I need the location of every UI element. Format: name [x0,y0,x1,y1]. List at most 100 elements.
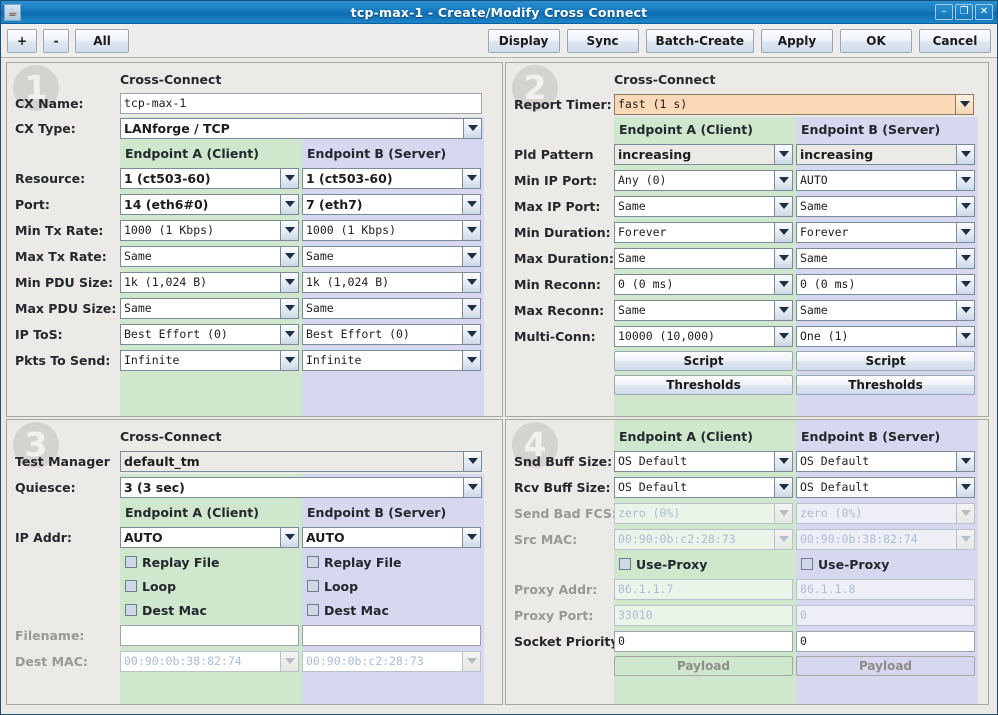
min-pdu-size-combo-b[interactable]: 1k (1,024 B) [302,271,481,293]
chevron-down-icon[interactable] [463,117,482,139]
checkbox-icon[interactable] [619,558,631,570]
thresholds-button-a[interactable]: Thresholds [614,375,793,395]
chevron-down-icon[interactable] [280,219,299,241]
loop-checkbox-a[interactable]: Loop [120,575,302,597]
chevron-down-icon[interactable] [956,450,975,472]
min-tx-rate-value-b[interactable]: 1000 (1 Kbps) [302,219,462,241]
chevron-down-icon[interactable] [956,325,975,347]
socket-priority-input-a[interactable]: 0 [614,630,793,652]
filename-input-b[interactable] [302,624,481,646]
min-reconn-combo-b[interactable]: 0 (0 ms) [796,273,975,295]
ip-tos-combo-a[interactable]: Best Effort (0) [120,323,299,345]
pld-pattern-combo-b[interactable]: increasing [796,143,975,165]
chevron-down-icon[interactable] [462,526,481,548]
replay-file-checkbox-b[interactable]: Replay File [302,551,484,573]
dest-mac-checkbox-b[interactable]: Dest Mac [302,599,484,621]
chevron-down-icon[interactable] [774,143,793,165]
chevron-down-icon[interactable] [462,245,481,267]
checkbox-icon[interactable] [801,558,813,570]
chevron-down-icon[interactable] [774,169,793,191]
min-tx-rate-value-a[interactable]: 1000 (1 Kbps) [120,219,280,241]
close-icon[interactable]: ✕ [975,4,993,20]
chevron-down-icon[interactable] [280,193,299,215]
max-tx-rate-combo-b[interactable]: Same [302,245,481,267]
chevron-down-icon[interactable] [774,247,793,269]
script-button-a[interactable]: Script [614,351,793,371]
ip-addr-combo-a[interactable]: AUTO [120,526,299,548]
chevron-down-icon[interactable] [774,476,793,498]
test-manager-combo[interactable]: default_tm [120,450,482,472]
pld-pattern-combo-a[interactable]: increasing [614,143,793,165]
port-combo-a[interactable]: 14 (eth6#0) [120,193,299,215]
chevron-down-icon[interactable] [956,273,975,295]
chevron-down-icon[interactable] [774,273,793,295]
ip-addr-combo-b[interactable]: AUTO [302,526,481,548]
pkts-to-send-value-a[interactable]: Infinite [120,349,280,371]
chevron-down-icon[interactable] [280,297,299,319]
rcv-buff-size-combo-a[interactable]: OS Default [614,476,793,498]
max-pdu-size-combo-a[interactable]: Same [120,297,299,319]
dest-mac-checkbox-a[interactable]: Dest Mac [120,599,302,621]
max-pdu-size-value-b[interactable]: Same [302,297,462,319]
cx-type-combo[interactable]: LANforge / TCP [120,117,482,139]
ip-addr-value-a[interactable]: AUTO [120,526,280,548]
min-tx-rate-combo-a[interactable]: 1000 (1 Kbps) [120,219,299,241]
chevron-down-icon[interactable] [280,526,299,548]
chevron-down-icon[interactable] [280,167,299,189]
chevron-down-icon[interactable] [956,476,975,498]
chevron-down-icon[interactable] [774,195,793,217]
max-ip-port-value-a[interactable]: Same [614,195,774,217]
pkts-to-send-combo-a[interactable]: Infinite [120,349,299,371]
cancel-button[interactable]: Cancel [919,28,991,53]
max-tx-rate-value-b[interactable]: Same [302,245,462,267]
chevron-down-icon[interactable] [774,325,793,347]
use-proxy-checkbox-b[interactable]: Use-Proxy [796,553,978,575]
script-button-b[interactable]: Script [796,351,975,371]
max-reconn-value-a[interactable]: Same [614,299,774,321]
chevron-down-icon[interactable] [280,245,299,267]
batch-create-button[interactable]: Batch-Create [645,28,754,53]
min-reconn-value-b[interactable]: 0 (0 ms) [796,273,956,295]
ip-tos-value-b[interactable]: Best Effort (0) [302,323,462,345]
use-proxy-checkbox-a[interactable]: Use-Proxy [614,553,796,575]
checkbox-icon[interactable] [125,604,137,616]
checkbox-icon[interactable] [307,604,319,616]
minimize-icon[interactable]: – [935,4,953,20]
resource-combo-a[interactable]: 1 (ct503-60) [120,167,299,189]
chevron-down-icon[interactable] [462,193,481,215]
replay-file-checkbox-a[interactable]: Replay File [120,551,302,573]
thresholds-button-b[interactable]: Thresholds [796,375,975,395]
report-timer-value[interactable]: fast (1 s) [614,93,955,115]
pkts-to-send-combo-b[interactable]: Infinite [302,349,481,371]
add-button[interactable]: + [7,28,38,53]
checkbox-icon[interactable] [307,580,319,592]
chevron-down-icon[interactable] [280,271,299,293]
snd-buff-size-combo-b[interactable]: OS Default [796,450,975,472]
chevron-down-icon[interactable] [956,247,975,269]
multi-conn-combo-a[interactable]: 10000 (10,000) [614,325,793,347]
chevron-down-icon[interactable] [280,323,299,345]
all-button[interactable]: All [75,28,130,53]
quiesce-combo[interactable]: 3 (3 sec) [120,476,482,498]
remove-button[interactable]: - [43,28,70,53]
chevron-down-icon[interactable] [462,271,481,293]
chevron-down-icon[interactable] [955,93,974,115]
display-button[interactable]: Display [487,28,560,53]
report-timer-combo[interactable]: fast (1 s) [614,93,974,115]
ip-tos-combo-b[interactable]: Best Effort (0) [302,323,481,345]
max-ip-port-combo-a[interactable]: Same [614,195,793,217]
max-ip-port-value-b[interactable]: Same [796,195,956,217]
multi-conn-value-a[interactable]: 10000 (10,000) [614,325,774,347]
min-ip-port-combo-a[interactable]: Any (0) [614,169,793,191]
min-ip-port-combo-b[interactable]: AUTO [796,169,975,191]
min-ip-port-value-a[interactable]: Any (0) [614,169,774,191]
min-reconn-value-a[interactable]: 0 (0 ms) [614,273,774,295]
rcv-buff-size-value-a[interactable]: OS Default [614,476,774,498]
socket-priority-input-b[interactable]: 0 [796,630,975,652]
chevron-down-icon[interactable] [463,450,482,472]
checkbox-icon[interactable] [125,556,137,568]
ip-tos-value-a[interactable]: Best Effort (0) [120,323,280,345]
checkbox-icon[interactable] [125,580,137,592]
max-duration-combo-b[interactable]: Same [796,247,975,269]
chevron-down-icon[interactable] [463,476,482,498]
